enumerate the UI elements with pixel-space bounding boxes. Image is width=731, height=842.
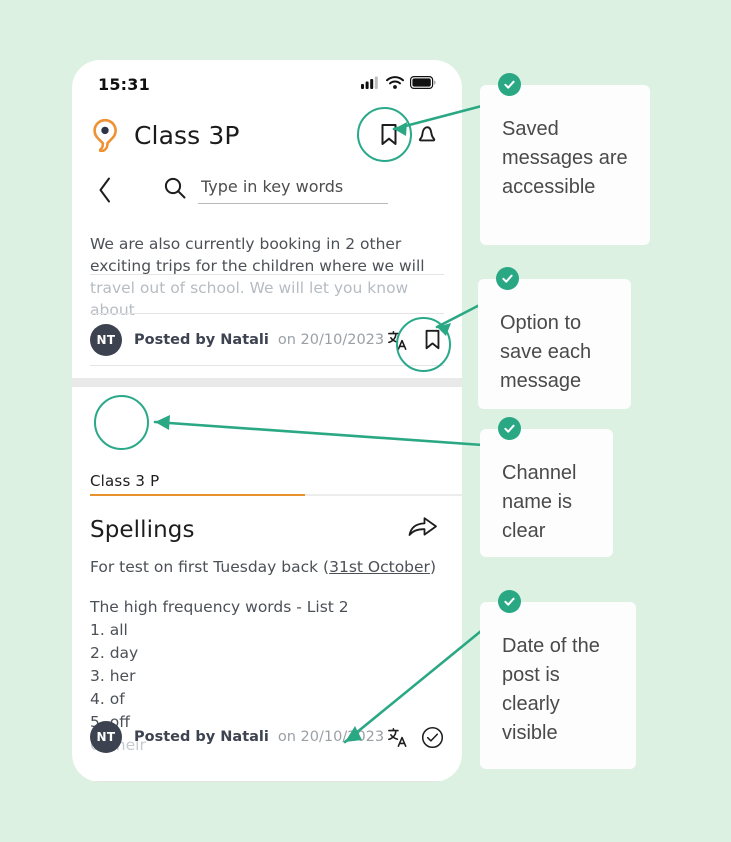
note-text: Option to save each message — [500, 312, 592, 392]
check-badge-icon — [498, 417, 521, 440]
note-save-each-message: Option to save each message — [478, 267, 631, 409]
screenshot-stage: 15:31 Class 3P Type in key words We are … — [0, 0, 731, 842]
note-channel-name: Channel name is clear — [480, 417, 613, 557]
note-saved-messages: Saved messages are accessible — [480, 73, 650, 245]
check-badge-icon — [496, 267, 519, 290]
note-date-visible: Date of the post is clearly visible — [480, 590, 636, 769]
note-text: Date of the post is clearly visible — [502, 635, 600, 744]
note-text: Channel name is clear — [502, 462, 577, 542]
check-badge-icon — [498, 590, 521, 613]
note-text: Saved messages are accessible — [502, 118, 628, 198]
check-badge-icon — [498, 73, 521, 96]
